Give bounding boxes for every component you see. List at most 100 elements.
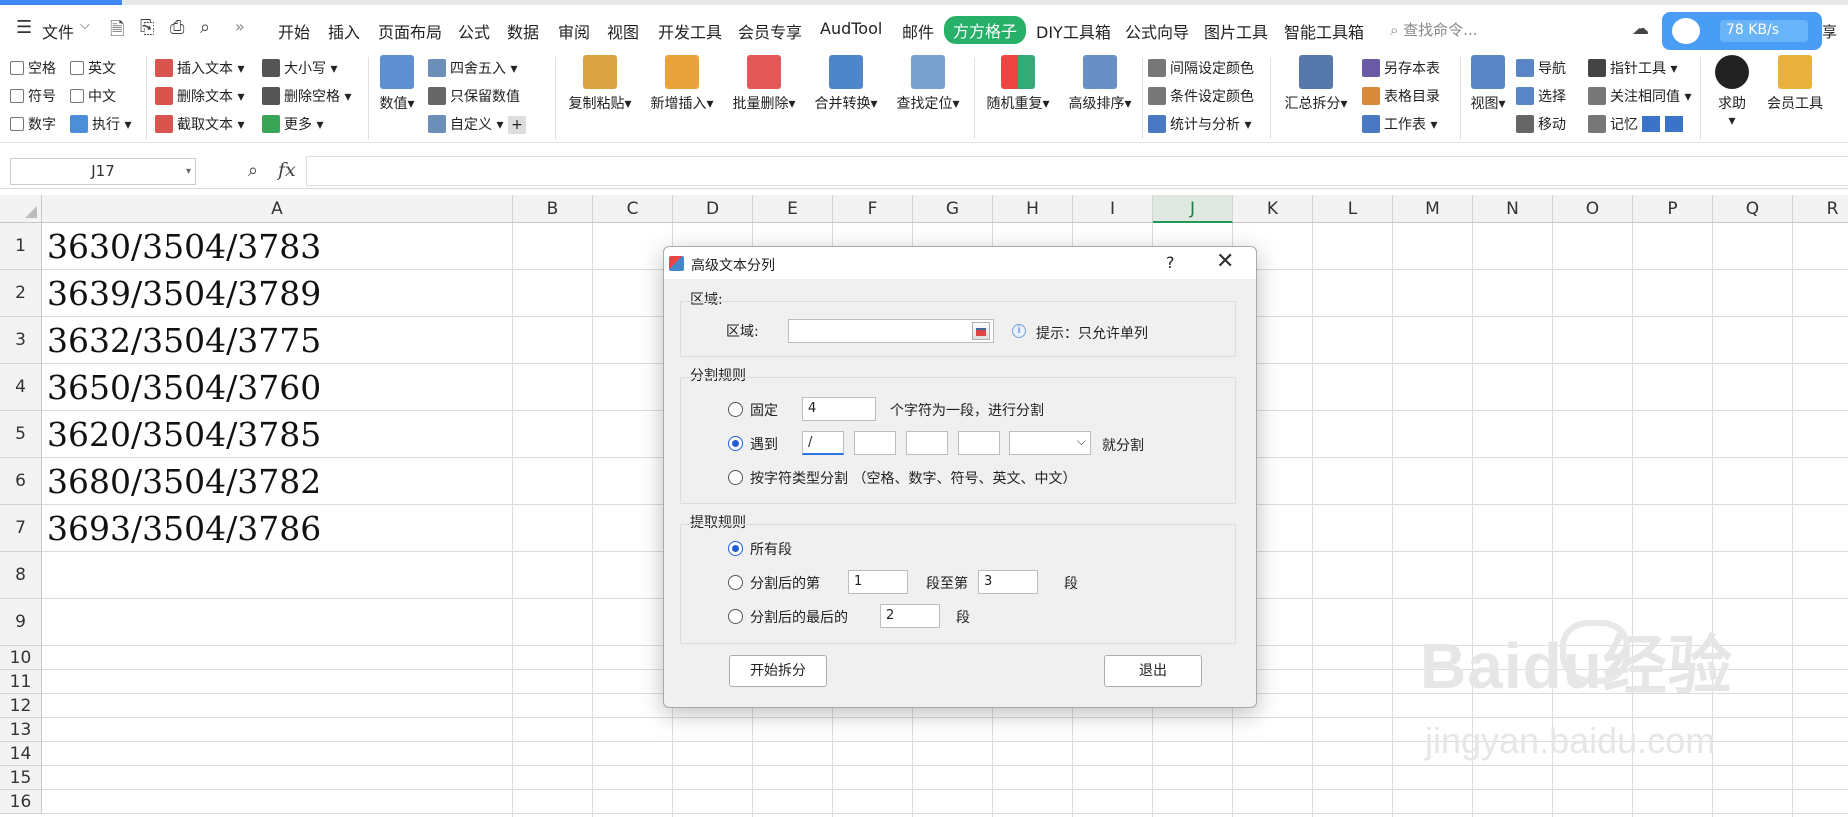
- cell-a6[interactable]: 3680/3504/3782: [47, 462, 321, 501]
- all-segments-label[interactable]: 所有段: [750, 539, 792, 559]
- new-insert-button[interactable]: 新增插入▾: [644, 55, 720, 113]
- row-header-8[interactable]: 8: [0, 552, 42, 599]
- member-tools-button[interactable]: 会员工具: [1762, 55, 1828, 113]
- fx-icon[interactable]: fx: [278, 159, 296, 181]
- cell-a3[interactable]: 3632/3504/3775: [47, 321, 321, 360]
- column-header-e[interactable]: E: [753, 195, 833, 223]
- name-box[interactable]: J17 ▾: [10, 158, 196, 185]
- hamburger-icon[interactable]: ☰: [16, 17, 32, 38]
- copy-paste-button[interactable]: 复制粘贴▾: [562, 55, 638, 113]
- checkbox[interactable]: [70, 89, 84, 103]
- view-button[interactable]: 视图▾: [1464, 55, 1512, 113]
- column-header-f[interactable]: F: [833, 195, 913, 223]
- checkbox[interactable]: [70, 61, 84, 75]
- tab-formula-wizard[interactable]: 公式向导: [1125, 19, 1189, 43]
- delimiter-input-1[interactable]: /: [802, 431, 844, 455]
- fixed-radio[interactable]: [728, 402, 743, 417]
- last-segments-radio[interactable]: [728, 609, 743, 624]
- summary-split-button[interactable]: 汇总拆分▾: [1278, 55, 1354, 113]
- help-button[interactable]: 求助 ▾: [1710, 55, 1754, 129]
- row-header-4[interactable]: 4: [0, 364, 42, 411]
- select-all-corner[interactable]: [0, 195, 42, 223]
- tab-home[interactable]: 开始: [278, 19, 310, 43]
- more-button[interactable]: 更多 ▾: [262, 114, 323, 134]
- tab-developer[interactable]: 开发工具: [658, 19, 722, 43]
- advanced-sort-button[interactable]: 高级排序▾: [1062, 55, 1138, 113]
- after-label[interactable]: 分割后的第: [750, 573, 820, 593]
- merge-convert-button[interactable]: 合并转换▾: [808, 55, 884, 113]
- arrow-left-icon[interactable]: [1642, 116, 1661, 132]
- keep-value-button[interactable]: 只保留数值: [428, 86, 520, 106]
- check-english[interactable]: 英文: [70, 58, 116, 78]
- custom-button[interactable]: 自定义 ▾ +: [428, 114, 526, 134]
- batch-delete-button[interactable]: 批量删除▾: [726, 55, 802, 113]
- round-button[interactable]: 四舍五入 ▾: [428, 58, 517, 78]
- save-as-sheet-button[interactable]: 另存本表: [1362, 58, 1440, 78]
- row-header-10[interactable]: 10: [0, 646, 42, 670]
- tab-page-layout[interactable]: 页面布局: [378, 19, 442, 43]
- segment-to-input[interactable]: 3: [978, 570, 1038, 594]
- fixed-length-input[interactable]: 4: [802, 397, 876, 421]
- row-header-11[interactable]: 11: [0, 670, 42, 694]
- column-header-b[interactable]: B: [513, 195, 593, 223]
- tab-fangfanggezi[interactable]: 方方格子: [944, 16, 1027, 44]
- zoom-search-icon[interactable]: ⌕: [248, 160, 258, 181]
- range-segments-radio[interactable]: [728, 575, 743, 590]
- delimiter-input-3[interactable]: [906, 431, 948, 455]
- formula-input[interactable]: [306, 156, 1848, 186]
- column-header-a[interactable]: A: [42, 195, 513, 223]
- dialog-titlebar[interactable]: 高级文本分列 ? ✕: [664, 247, 1256, 279]
- column-header-c[interactable]: C: [593, 195, 673, 223]
- last-label[interactable]: 分割后的最后的: [750, 607, 848, 627]
- column-header-o[interactable]: O: [1553, 195, 1633, 223]
- cell-a2[interactable]: 3639/3504/3789: [47, 274, 321, 313]
- help-icon[interactable]: ?: [1166, 253, 1175, 272]
- check-space[interactable]: 空格: [10, 58, 56, 78]
- by-type-radio[interactable]: [728, 470, 743, 485]
- tab-review[interactable]: 审阅: [558, 19, 590, 43]
- pointer-tool-button[interactable]: 指针工具 ▾: [1588, 58, 1677, 78]
- row-header-3[interactable]: 3: [0, 317, 42, 364]
- tab-member[interactable]: 会员专享: [738, 19, 802, 43]
- tab-insert[interactable]: 插入: [328, 19, 360, 43]
- tab-diy-toolbox[interactable]: DIY工具箱: [1036, 19, 1111, 43]
- cell-a7[interactable]: 3693/3504/3786: [47, 509, 321, 548]
- cell-a1[interactable]: 3630/3504/3783: [47, 227, 321, 266]
- column-header-q[interactable]: Q: [1713, 195, 1793, 223]
- column-header-n[interactable]: N: [1473, 195, 1553, 223]
- region-input[interactable]: [788, 319, 994, 343]
- checkbox[interactable]: [10, 89, 24, 103]
- tab-image-tools[interactable]: 图片工具: [1204, 19, 1268, 43]
- meet-radio[interactable]: [728, 436, 743, 451]
- interval-color-button[interactable]: 间隔设定颜色: [1148, 58, 1254, 78]
- share-button[interactable]: 享: [1822, 21, 1837, 42]
- column-header-m[interactable]: M: [1393, 195, 1473, 223]
- numeric-button[interactable]: 数值▾: [374, 55, 420, 113]
- exit-button[interactable]: 退出: [1104, 655, 1202, 687]
- tab-formula[interactable]: 公式: [458, 19, 490, 43]
- row-header-12[interactable]: 12: [0, 694, 42, 718]
- column-header-h[interactable]: H: [993, 195, 1073, 223]
- worksheet-button[interactable]: 工作表 ▾: [1362, 114, 1437, 134]
- last-count-input[interactable]: 2: [880, 604, 940, 628]
- start-split-button[interactable]: 开始拆分: [729, 655, 827, 687]
- print-icon[interactable]: ⎙: [170, 17, 184, 38]
- tab-mail[interactable]: 邮件: [902, 19, 934, 43]
- move-button[interactable]: 移动: [1516, 114, 1566, 134]
- random-repeat-button[interactable]: 随机重复▾: [980, 55, 1056, 113]
- row-header-14[interactable]: 14: [0, 742, 42, 766]
- tab-view[interactable]: 视图: [607, 19, 639, 43]
- sheet-toc-button[interactable]: 表格目录: [1362, 86, 1440, 106]
- delimiter-combo[interactable]: ⌵: [1009, 431, 1091, 455]
- file-menu[interactable]: 文件: [42, 19, 74, 43]
- row-header-13[interactable]: 13: [0, 718, 42, 742]
- find-locate-button[interactable]: 查找定位▾: [890, 55, 966, 113]
- check-number[interactable]: 数字: [10, 114, 56, 134]
- row-header-16[interactable]: 16: [0, 790, 42, 814]
- cond-color-button[interactable]: 条件设定颜色: [1148, 86, 1254, 106]
- export-icon[interactable]: ⎘: [140, 17, 154, 38]
- focus-same-button[interactable]: 关注相同值 ▾: [1588, 86, 1691, 106]
- column-header-i[interactable]: I: [1073, 195, 1153, 223]
- tab-data[interactable]: 数据: [507, 19, 539, 43]
- chevron-down-icon[interactable]: ⌵: [80, 18, 90, 33]
